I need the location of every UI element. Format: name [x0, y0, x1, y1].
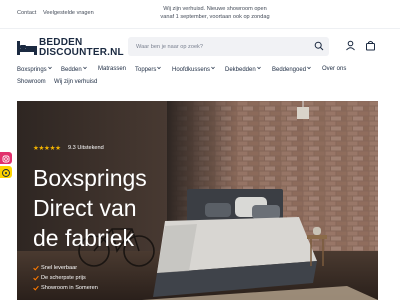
- nav-item-over-ons[interactable]: Over ons: [322, 66, 346, 72]
- nav-item-label: Showroom: [17, 79, 46, 85]
- faq-link[interactable]: Veelgestelde vragen: [43, 10, 94, 16]
- nav-item-label: Boxsprings: [17, 67, 47, 73]
- nav-item-label: Over ons: [322, 66, 347, 72]
- nav-item-matrassen[interactable]: Matrassen: [98, 66, 126, 72]
- logo-text-discounter: DISCOUNTER.NL: [39, 47, 124, 58]
- search-icon[interactable]: [314, 41, 324, 51]
- headline-line-2: Direct van: [33, 195, 137, 221]
- nav-item-label: Dekbedden: [225, 67, 256, 73]
- rating-stars-icon: ★★★★★: [33, 145, 61, 152]
- rating-text: 9.3 Uitstekend: [68, 145, 104, 151]
- chevron-down-icon: [157, 66, 162, 70]
- headline-line-3: de fabriek: [33, 225, 135, 251]
- hero-headline: Boxsprings Direct van de fabriek: [33, 163, 203, 253]
- announcement-line-2: vanaf 1 september, voortaan ook op zonda…: [160, 14, 270, 20]
- nav-item-label: Wij zijn verhuisd: [54, 79, 98, 85]
- cart-icon[interactable]: [365, 40, 376, 51]
- search-bar: [128, 37, 329, 56]
- nav-item-hoofdkussens[interactable]: Hoofdkussens: [172, 66, 215, 73]
- nav-item-label: Beddengoed: [272, 67, 307, 73]
- nav-item-toppers[interactable]: Toppers: [135, 66, 162, 73]
- usp-text: Snel leverbaar: [41, 265, 78, 271]
- user-icon[interactable]: [345, 40, 356, 51]
- nav-item-label: Bedden: [61, 67, 82, 73]
- usp-text: Showroom in Someren: [41, 285, 98, 291]
- usp-text: De scherpste prijs: [41, 275, 86, 281]
- nav-item-label: Matrassen: [98, 66, 127, 72]
- search-input[interactable]: [136, 41, 306, 52]
- chevron-down-icon: [307, 66, 311, 70]
- chevron-down-icon: [256, 66, 261, 70]
- nav-item-dekbedden[interactable]: Dekbedden: [225, 66, 261, 73]
- contact-link[interactable]: Contact: [17, 10, 36, 16]
- instagram-glyph-icon: [2, 155, 10, 163]
- reviews-badge-icon[interactable]: [0, 166, 12, 178]
- chevron-down-icon: [211, 66, 215, 70]
- headline-line-1: Boxsprings: [33, 165, 147, 191]
- reviews-glyph-icon: [2, 169, 10, 177]
- chevron-down-icon: [82, 66, 87, 70]
- nav-item-showroom[interactable]: Showroom: [17, 79, 46, 85]
- check-icon: [33, 275, 39, 281]
- chevron-down-icon: [47, 66, 52, 70]
- bed-logo-icon: [17, 41, 37, 55]
- check-icon: [33, 285, 39, 291]
- hero-banner[interactable]: ★★★★★ 9.3 Uitstekend Boxsprings Direct v…: [17, 101, 378, 300]
- announcement-line-1: Wij zijn verhuisd. Nieuwe showroom open: [163, 6, 267, 12]
- nav-item-label: Hoofdkussens: [172, 67, 211, 73]
- top-bar: Contact Veelgestelde vragen Wij zijn ver…: [0, 0, 400, 29]
- instagram-icon[interactable]: [0, 152, 12, 164]
- nav-item-boxsprings[interactable]: Boxsprings: [17, 66, 52, 73]
- nav-item-beddengoed[interactable]: Beddengoed: [272, 66, 311, 73]
- nav-item-bedden[interactable]: Bedden: [61, 66, 87, 73]
- site-logo[interactable]: BEDDEN DISCOUNTER.NL: [17, 36, 124, 58]
- nav-item-wij-zijn-verhuisd[interactable]: Wij zijn verhuisd: [54, 79, 97, 85]
- check-icon: [33, 265, 39, 271]
- nav-item-label: Toppers: [135, 67, 157, 73]
- announcement: Wij zijn verhuisd. Nieuwe showroom open …: [160, 5, 270, 21]
